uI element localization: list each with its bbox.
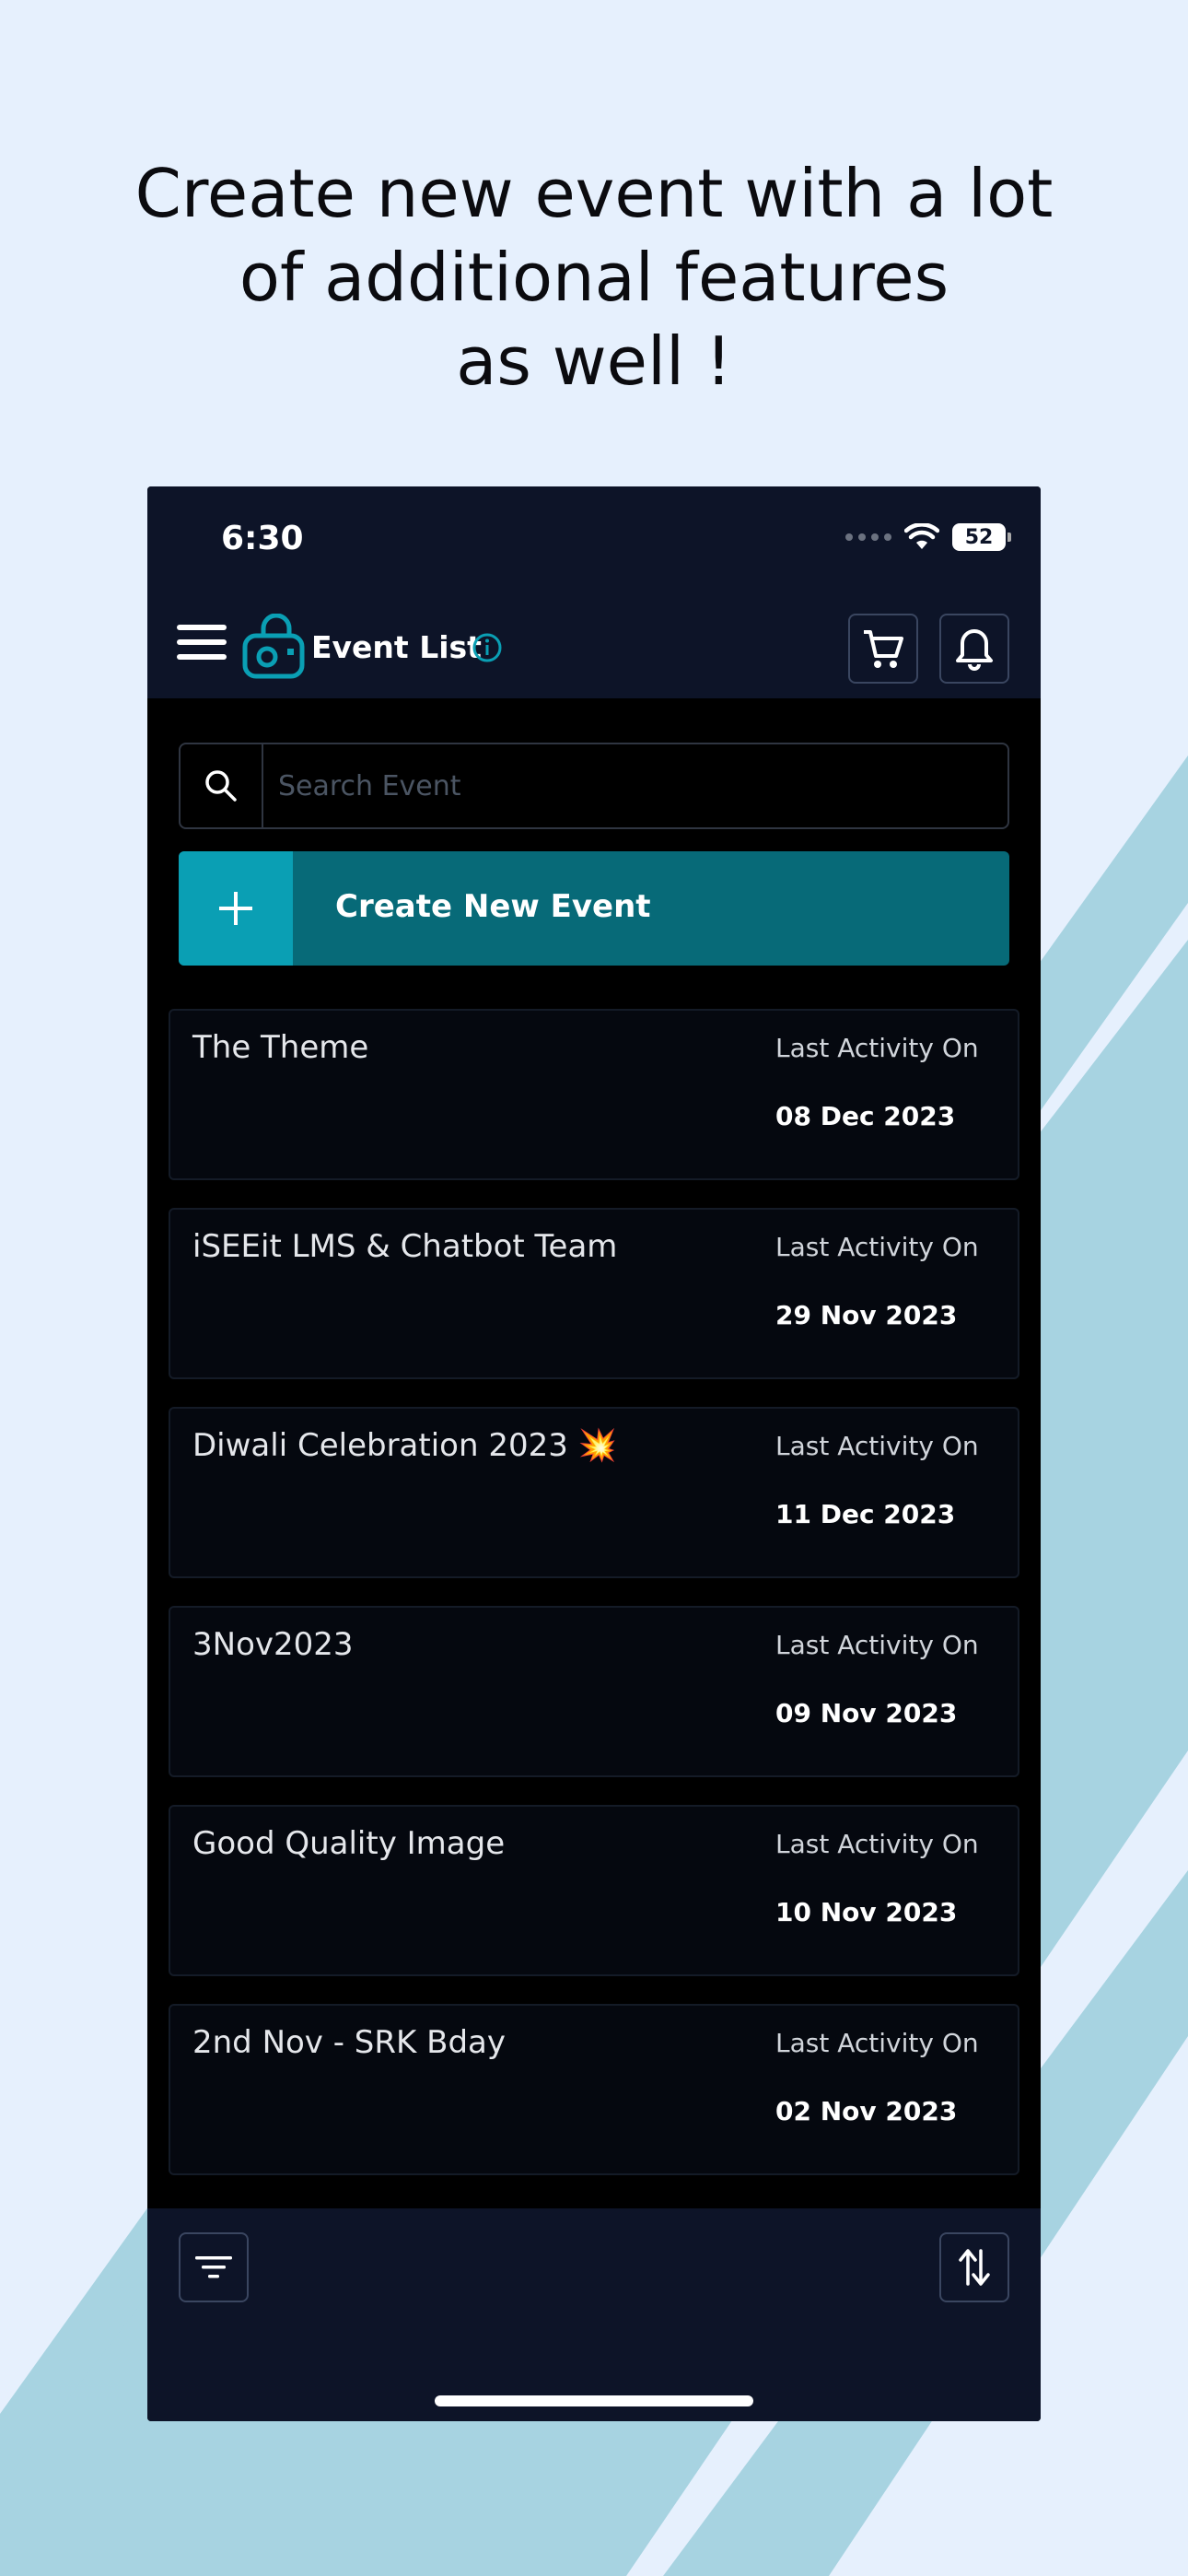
event-name: Diwali Celebration 2023 💥	[192, 1427, 617, 1464]
last-activity-label: Last Activity On	[775, 1232, 979, 1262]
event-card[interactable]: 3Nov2023 Last Activity On 09 Nov 2023	[169, 1606, 1019, 1777]
headline-line-1: Create new event with a lot	[134, 155, 1054, 232]
battery-level: 52	[964, 525, 994, 549]
event-name: 2nd Nov - SRK Bday	[192, 2024, 506, 2061]
cart-button[interactable]	[848, 614, 918, 684]
last-activity-date: 10 Nov 2023	[775, 1897, 958, 1927]
last-activity-date: 29 Nov 2023	[775, 1300, 958, 1330]
event-name: iSEEit LMS & Chatbot Team	[192, 1228, 618, 1265]
status-bar: 6:30 52	[147, 486, 1041, 588]
headline-line-2: of additional features	[239, 239, 949, 316]
search-button[interactable]	[181, 744, 263, 827]
page-title: Event List	[311, 629, 482, 665]
event-card[interactable]: The Theme Last Activity On 08 Dec 2023	[169, 1009, 1019, 1180]
last-activity-date: 09 Nov 2023	[775, 1698, 958, 1728]
lock-camera-logo-icon	[242, 614, 305, 679]
last-activity-label: Last Activity On	[775, 1431, 979, 1461]
event-card[interactable]: 2nd Nov - SRK Bday Last Activity On 02 N…	[169, 2004, 1019, 2175]
info-icon[interactable]	[472, 632, 503, 663]
last-activity-label: Last Activity On	[775, 1829, 979, 1859]
create-new-event-label: Create New Event	[335, 888, 651, 925]
event-name: 3Nov2023	[192, 1626, 354, 1663]
headline-line-3: as well !	[456, 322, 732, 400]
menu-button[interactable]	[177, 625, 227, 663]
app-header: Event List	[147, 588, 1041, 698]
last-activity-label: Last Activity On	[775, 1033, 979, 1063]
status-time: 6:30	[221, 520, 304, 557]
sort-button[interactable]	[939, 2232, 1009, 2302]
last-activity-date: 08 Dec 2023	[775, 1101, 956, 1131]
bell-icon	[956, 629, 993, 671]
last-activity-label: Last Activity On	[775, 1630, 979, 1660]
search-icon	[205, 770, 237, 802]
wifi-icon	[904, 523, 939, 549]
headline: Create new event with a lot of additiona…	[0, 152, 1188, 404]
event-name: The Theme	[192, 1029, 369, 1066]
event-card[interactable]: Good Quality Image Last Activity On 10 N…	[169, 1805, 1019, 1976]
battery-icon: 52	[952, 523, 1011, 551]
create-new-event-button[interactable]: Create New Event	[179, 851, 1009, 966]
last-activity-date: 11 Dec 2023	[775, 1499, 956, 1529]
hamburger-menu-icon	[177, 625, 227, 660]
search-bar	[179, 743, 1009, 829]
phone-screen: 6:30 52 Event List Search Event Create N…	[147, 486, 1041, 2421]
cart-icon	[864, 630, 903, 668]
event-card[interactable]: iSEEit LMS & Chatbot Team Last Activity …	[169, 1208, 1019, 1379]
filter-icon	[195, 2256, 232, 2278]
home-indicator[interactable]	[435, 2395, 753, 2406]
signal-icon	[845, 533, 891, 541]
bottom-toolbar	[147, 2208, 1041, 2421]
status-indicators: 52	[845, 523, 1011, 551]
last-activity-date: 02 Nov 2023	[775, 2096, 958, 2126]
sort-icon	[959, 2249, 990, 2286]
plus-icon	[179, 851, 293, 966]
event-name: Good Quality Image	[192, 1825, 506, 1862]
notifications-button[interactable]	[939, 614, 1009, 684]
event-card[interactable]: Diwali Celebration 2023 💥 Last Activity …	[169, 1407, 1019, 1578]
filter-button[interactable]	[179, 2232, 249, 2302]
event-list: The Theme Last Activity On 08 Dec 2023 i…	[169, 1009, 1019, 2203]
search-input[interactable]	[263, 744, 1007, 827]
last-activity-label: Last Activity On	[775, 2028, 979, 2058]
